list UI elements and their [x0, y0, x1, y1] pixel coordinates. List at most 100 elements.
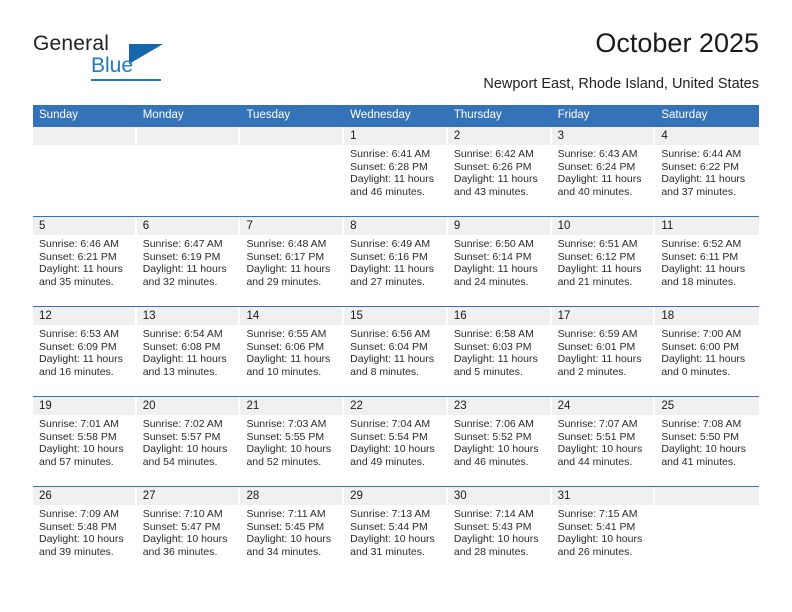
day-number: 11: [655, 217, 760, 235]
day-cell[interactable]: 15 Sunrise: 6:56 AM Sunset: 6:04 PM Dayligh…: [344, 307, 448, 396]
day-details: Sunrise: 6:53 AM Sunset: 6:09 PM Daylight:…: [33, 325, 137, 396]
day-cell[interactable]: 9 Sunrise: 6:50 AM Sunset: 6:14 PM Daylight…: [447, 217, 552, 306]
day-cell[interactable]: 25 Sunrise: 7:08 AM Sunset: 5:50 PM Dayligh…: [655, 397, 760, 486]
day-details: Sunrise: 6:43 AM Sunset: 6:24 PM Daylight:…: [552, 145, 656, 216]
weekday-header-thursday: Thursday: [453, 109, 502, 121]
daylight-text: Daylight: 11 hours and 43 minutes.: [453, 173, 538, 198]
day-cell[interactable]: 3 Sunrise: 6:43 AM Sunset: 6:24 PM Daylight…: [551, 127, 656, 216]
sunset-text: Sunset: 6:04 PM: [350, 340, 428, 353]
day-cell[interactable]: 8 Sunrise: 6:49 AM Sunset: 6:16 PM Daylight…: [344, 217, 448, 306]
day-cell[interactable]: 10 Sunrise: 6:51 AM Sunset: 6:12 PM Dayligh…: [551, 217, 656, 306]
calendar-week-row: 12 Sunrise: 6:53 AM Sunset: 6:09 PM Dayligh…: [33, 306, 760, 396]
day-details: Sunrise: 7:15 AM Sunset: 5:41 PM Daylight:…: [552, 505, 656, 576]
sunrise-text: Sunrise: 7:03 AM: [246, 418, 327, 430]
day-cell[interactable]: 5 Sunrise: 6:46 AM Sunset: 6:21 PM Daylight…: [33, 217, 137, 306]
day-cell[interactable]: 4 Sunrise: 6:44 AM Sunset: 6:22 PM Daylight…: [655, 127, 760, 216]
daylight-text: Daylight: 11 hours and 0 minutes.: [661, 353, 746, 378]
day-details: Sunrise: 6:44 AM Sunset: 6:22 PM Daylight:…: [655, 145, 759, 216]
sunset-text: Sunset: 6:09 PM: [39, 340, 117, 353]
day-cell[interactable]: 22 Sunrise: 7:04 AM Sunset: 5:54 PM Dayligh…: [344, 397, 448, 486]
sunrise-text: Sunrise: 7:01 AM: [39, 418, 119, 430]
sunrise-text: Sunrise: 6:59 AM: [557, 328, 638, 340]
day-number: 29: [344, 487, 448, 505]
weekday-header-monday: Monday: [142, 109, 184, 121]
day-cell-empty: [240, 127, 345, 216]
sunset-text: Sunset: 6:22 PM: [661, 160, 739, 173]
day-cell[interactable]: 12 Sunrise: 6:53 AM Sunset: 6:09 PM Dayligh…: [33, 307, 137, 396]
day-details: Sunrise: 6:55 AM Sunset: 6:06 PM Daylight:…: [240, 325, 344, 396]
sunrise-text: Sunrise: 7:06 AM: [453, 418, 534, 430]
day-number: 17: [551, 307, 656, 325]
day-details: Sunrise: 7:01 AM Sunset: 5:58 PM Daylight:…: [33, 415, 137, 486]
day-cell-empty: [136, 127, 241, 216]
day-details: Sunrise: 7:02 AM Sunset: 5:57 PM Daylight:…: [137, 415, 241, 486]
day-number: [136, 127, 241, 145]
day-details: Sunrise: 6:51 AM Sunset: 6:12 PM Daylight:…: [552, 235, 656, 306]
sunrise-text: Sunrise: 6:42 AM: [453, 148, 534, 160]
calendar-weeks: 1 Sunrise: 6:41 AM Sunset: 6:28 PM Daylight…: [33, 127, 760, 576]
logo-underline: [91, 79, 161, 81]
day-cell[interactable]: 1 Sunrise: 6:41 AM Sunset: 6:28 PM Daylight…: [344, 127, 448, 216]
sunset-text: Sunset: 6:17 PM: [246, 250, 325, 263]
sunset-text: Sunset: 5:55 PM: [246, 430, 325, 443]
logo-text-blue: Blue: [91, 54, 134, 77]
day-details: Sunrise: 6:49 AM Sunset: 6:16 PM Daylight:…: [344, 235, 448, 306]
day-cell[interactable]: 11 Sunrise: 6:52 AM Sunset: 6:11 PM Dayligh…: [655, 217, 760, 306]
day-cell[interactable]: 30 Sunrise: 7:14 AM Sunset: 5:43 PM Dayligh…: [447, 487, 552, 576]
sunset-text: Sunset: 6:03 PM: [453, 340, 532, 353]
day-cell[interactable]: 18 Sunrise: 7:00 AM Sunset: 6:00 PM Dayligh…: [655, 307, 760, 396]
day-number: 24: [551, 397, 656, 415]
day-cell[interactable]: 23 Sunrise: 7:06 AM Sunset: 5:52 PM Dayligh…: [447, 397, 552, 486]
day-cell[interactable]: 17 Sunrise: 6:59 AM Sunset: 6:01 PM Dayligh…: [551, 307, 656, 396]
day-number: 15: [344, 307, 448, 325]
sunset-text: Sunset: 6:28 PM: [350, 160, 428, 173]
day-details: Sunrise: 6:56 AM Sunset: 6:04 PM Daylight:…: [344, 325, 448, 396]
day-cell-empty: [33, 127, 137, 216]
day-details: Sunrise: 7:10 AM Sunset: 5:47 PM Daylight:…: [137, 505, 241, 576]
day-cell[interactable]: 31 Sunrise: 7:15 AM Sunset: 5:41 PM Dayligh…: [551, 487, 656, 576]
day-cell[interactable]: 29 Sunrise: 7:13 AM Sunset: 5:44 PM Dayligh…: [344, 487, 448, 576]
daylight-text: Daylight: 10 hours and 44 minutes.: [557, 443, 643, 468]
day-cell[interactable]: 13 Sunrise: 6:54 AM Sunset: 6:08 PM Dayligh…: [136, 307, 241, 396]
day-number: 7: [240, 217, 345, 235]
day-number: 4: [655, 127, 760, 145]
daylight-text: Daylight: 11 hours and 35 minutes.: [39, 263, 123, 288]
sunset-text: Sunset: 5:44 PM: [350, 520, 428, 533]
day-number: 3: [551, 127, 656, 145]
day-number: 31: [551, 487, 656, 505]
day-cell[interactable]: 7 Sunrise: 6:48 AM Sunset: 6:17 PM Daylight…: [240, 217, 345, 306]
day-cell[interactable]: 19 Sunrise: 7:01 AM Sunset: 5:58 PM Dayligh…: [33, 397, 137, 486]
day-cell[interactable]: 14 Sunrise: 6:55 AM Sunset: 6:06 PM Dayligh…: [240, 307, 345, 396]
day-number: 22: [344, 397, 448, 415]
daylight-text: Daylight: 10 hours and 36 minutes.: [142, 533, 228, 558]
day-cell[interactable]: 2 Sunrise: 6:42 AM Sunset: 6:26 PM Daylight…: [447, 127, 552, 216]
day-cell[interactable]: 26 Sunrise: 7:09 AM Sunset: 5:48 PM Dayligh…: [33, 487, 137, 576]
sunset-text: Sunset: 6:06 PM: [246, 340, 325, 353]
daylight-text: Daylight: 11 hours and 18 minutes.: [661, 263, 746, 288]
sunrise-text: Sunrise: 6:44 AM: [661, 148, 742, 160]
sunrise-text: Sunrise: 7:02 AM: [142, 418, 223, 430]
day-details: Sunrise: 7:08 AM Sunset: 5:50 PM Daylight:…: [655, 415, 759, 486]
daylight-text: Daylight: 10 hours and 39 minutes.: [39, 533, 124, 558]
day-cell[interactable]: 20 Sunrise: 7:02 AM Sunset: 5:57 PM Dayligh…: [136, 397, 241, 486]
day-number: 14: [240, 307, 345, 325]
week-grid: 5 Sunrise: 6:46 AM Sunset: 6:21 PM Daylight…: [33, 217, 760, 306]
day-cell[interactable]: 21 Sunrise: 7:03 AM Sunset: 5:55 PM Dayligh…: [240, 397, 345, 486]
day-details: [33, 145, 137, 216]
sunrise-text: Sunrise: 7:11 AM: [246, 508, 326, 520]
weekday-header-saturday: Saturday: [661, 109, 708, 121]
day-cell[interactable]: 6 Sunrise: 6:47 AM Sunset: 6:19 PM Daylight…: [136, 217, 241, 306]
weekday-header-friday: Friday: [557, 109, 590, 121]
calendar-week-row: 26 Sunrise: 7:09 AM Sunset: 5:48 PM Dayligh…: [33, 486, 760, 576]
day-cell-empty: [655, 487, 760, 576]
general-blue-logo: General Blue: [33, 32, 253, 88]
day-cell[interactable]: 16 Sunrise: 6:58 AM Sunset: 6:03 PM Dayligh…: [447, 307, 552, 396]
day-cell[interactable]: 24 Sunrise: 7:07 AM Sunset: 5:51 PM Dayligh…: [551, 397, 656, 486]
calendar-week-row: 19 Sunrise: 7:01 AM Sunset: 5:58 PM Dayligh…: [33, 396, 760, 486]
daylight-text: Daylight: 11 hours and 37 minutes.: [661, 173, 746, 198]
day-cell[interactable]: 27 Sunrise: 7:10 AM Sunset: 5:47 PM Dayligh…: [136, 487, 241, 576]
day-details: Sunrise: 7:07 AM Sunset: 5:51 PM Daylight:…: [552, 415, 656, 486]
day-cell[interactable]: 28 Sunrise: 7:11 AM Sunset: 5:45 PM Dayligh…: [240, 487, 345, 576]
sunrise-text: Sunrise: 6:41 AM: [350, 148, 431, 160]
sunset-text: Sunset: 6:11 PM: [661, 250, 739, 263]
